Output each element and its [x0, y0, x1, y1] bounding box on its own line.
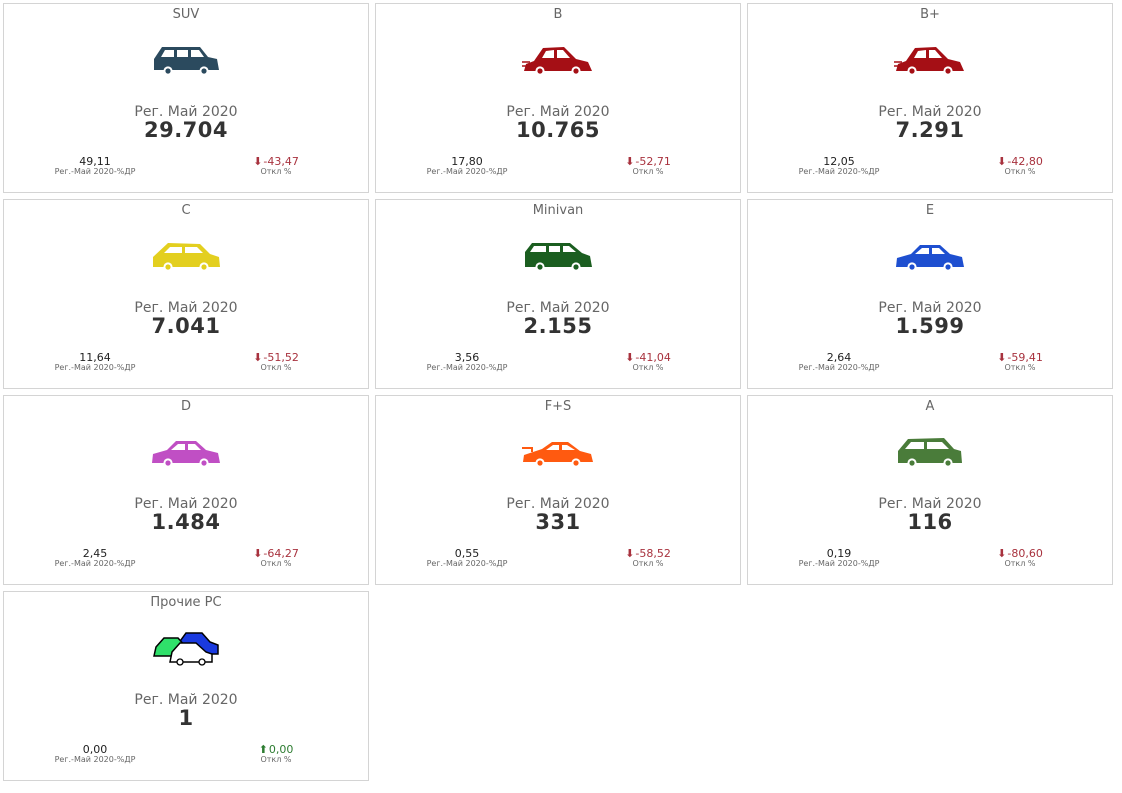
segment-title: A	[925, 399, 935, 414]
segment-card[interactable]: E Рег. Май 2020 1.599 2,64 Рег.-Май 2020-%ДР…	[747, 199, 1113, 389]
segment-title: F+S	[544, 399, 572, 414]
suv-icon	[150, 42, 222, 78]
share-label: Рег.-Май 2020-%ДР	[54, 755, 136, 764]
segment-card[interactable]: D Рег. Май 2020 1.484 2,45 Рег.-Май 2020-%ДР…	[3, 395, 369, 585]
minivan-icon	[522, 238, 594, 274]
segment-title: Прочие РС	[150, 595, 222, 610]
share-label: Рег.-Май 2020-%ДР	[54, 167, 136, 176]
deviation-label: Откл %	[260, 363, 292, 372]
segment-title: D	[180, 399, 191, 414]
deviation-label: Откл %	[632, 363, 664, 372]
segment-card[interactable]: Прочие РС Рег. Май 2020 1 0,00 Рег.-Май 2020…	[3, 591, 369, 781]
share-label: Рег.-Май 2020-%ДР	[426, 559, 508, 568]
registration-value: 116	[907, 510, 953, 534]
beetle-car-icon	[522, 42, 594, 78]
segment-card[interactable]: A Рег. Май 2020 116 0,19 Рег.-Май 2020-%ДР ⬇-…	[747, 395, 1113, 585]
segment-card[interactable]: SUV Рег. Май 2020 29.704 49,11 Рег.-Май 2020…	[3, 3, 369, 193]
multi-car-icon	[150, 630, 222, 666]
registration-value: 7.291	[895, 118, 965, 142]
registration-value: 7.041	[151, 314, 221, 338]
segment-card[interactable]: F+S Рег. Май 2020 331 0,55 Рег.-Май 2020-%ДР…	[375, 395, 741, 585]
segment-card[interactable]: B+ Рег. Май 2020 7.291 12,05 Рег.-Май 2020-%…	[747, 3, 1113, 193]
hatchback-icon	[150, 238, 222, 274]
deviation-label: Откл %	[260, 559, 292, 568]
segment-title: SUV	[172, 7, 200, 22]
segment-title: C	[181, 203, 191, 218]
sedan-icon	[150, 434, 222, 470]
share-label: Рег.-Май 2020-%ДР	[54, 559, 136, 568]
registration-value: 1	[178, 706, 194, 730]
segment-title: E	[925, 203, 935, 218]
sedan-icon	[894, 238, 966, 274]
registration-value: 2.155	[523, 314, 593, 338]
city-car-icon	[894, 434, 966, 470]
share-label: Рег.-Май 2020-%ДР	[54, 363, 136, 372]
registration-value: 10.765	[515, 118, 601, 142]
share-label: Рег.-Май 2020-%ДР	[426, 167, 508, 176]
deviation-label: Откл %	[1004, 363, 1036, 372]
registration-value: 1.599	[895, 314, 965, 338]
share-label: Рег.-Май 2020-%ДР	[798, 363, 880, 372]
deviation-label: Откл %	[632, 167, 664, 176]
segment-title: Minivan	[532, 203, 584, 218]
segment-card[interactable]: C Рег. Май 2020 7.041 11,64 Рег.-Май 2020-%Д…	[3, 199, 369, 389]
share-label: Рег.-Май 2020-%ДР	[426, 363, 508, 372]
beetle-car-icon	[894, 42, 966, 78]
deviation-label: Откл %	[632, 559, 664, 568]
share-label: Рег.-Май 2020-%ДР	[798, 559, 880, 568]
registration-value: 1.484	[151, 510, 221, 534]
share-label: Рег.-Май 2020-%ДР	[798, 167, 880, 176]
registration-value: 331	[535, 510, 581, 534]
segment-title: B+	[920, 7, 940, 22]
deviation-label: Откл %	[1004, 167, 1036, 176]
registration-value: 29.704	[143, 118, 229, 142]
segment-card[interactable]: Minivan Рег. Май 2020 2.155 3,56 Рег.-Май 20…	[375, 199, 741, 389]
segment-card[interactable]: B Рег. Май 2020 10.765 17,80 Рег.-Май 2020-%…	[375, 3, 741, 193]
deviation-label: Откл %	[260, 167, 292, 176]
segment-title: B	[553, 7, 563, 22]
deviation-label: Откл %	[260, 755, 292, 764]
deviation-label: Откл %	[1004, 559, 1036, 568]
sports-car-icon	[522, 434, 594, 470]
